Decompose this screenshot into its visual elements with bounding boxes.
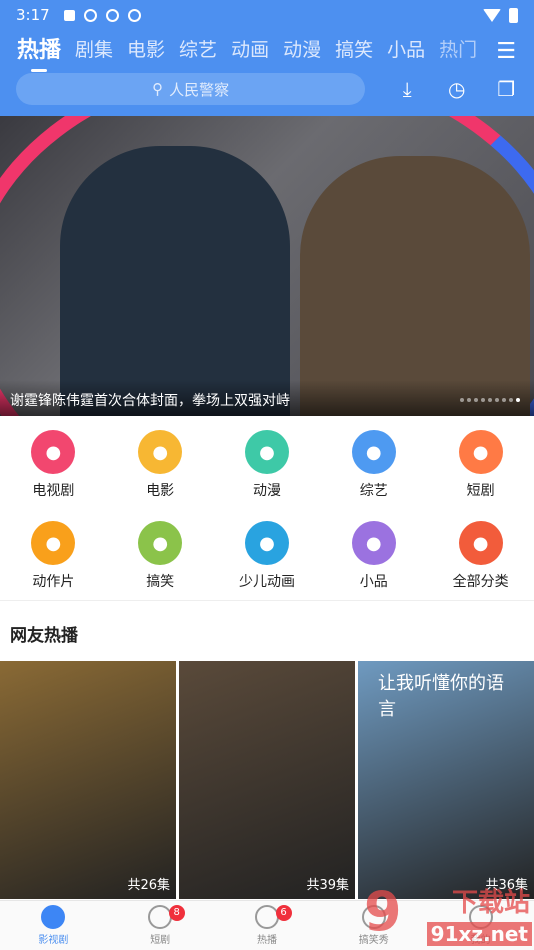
category-item[interactable]: ● 电影 — [107, 430, 214, 509]
episode-count: 共39集 — [306, 878, 349, 893]
grid-icon: ● — [458, 521, 503, 565]
wifi-icon — [483, 8, 501, 22]
category-label: 小品 — [359, 574, 388, 590]
tab-movie[interactable]: 电影 — [127, 35, 165, 62]
category-item[interactable]: ● 综艺 — [320, 430, 427, 509]
battery-icon — [509, 7, 518, 23]
category-label: 动作片 — [32, 574, 75, 590]
download-icon[interactable]: ⤓ — [395, 77, 419, 101]
carousel-dot — [474, 398, 478, 402]
carousel-dot — [509, 398, 513, 402]
category-item[interactable]: ● 全部分类 — [427, 521, 534, 600]
poster-card[interactable]: 共26集 — [0, 661, 176, 899]
lollipop-icon: ● — [244, 521, 289, 565]
notification-play-icon — [83, 8, 97, 22]
stage-icon: ● — [351, 430, 396, 474]
nav-label: 影视剧 — [38, 935, 69, 946]
tab-series[interactable]: 剧集 — [75, 35, 113, 62]
carousel-dot — [488, 398, 492, 402]
carousel-dot — [516, 398, 520, 402]
section-title: 网友热播 — [10, 626, 78, 646]
bottom-nav-item[interactable]: 8 短剧 — [107, 901, 214, 950]
notification-a-icon — [63, 9, 75, 21]
category-item[interactable]: ● 小品 — [320, 521, 427, 600]
film-reel-icon: ● — [138, 430, 183, 474]
poster-card[interactable]: 共39集 — [179, 661, 355, 899]
gun-icon: ● — [31, 521, 76, 565]
tv-icon: ● — [31, 430, 76, 474]
category-label: 综艺 — [359, 483, 388, 499]
category-grid: ● 电视剧 ● 电影 ● 动漫 ● 综艺 ● 短剧 ● 动作片 ● 搞笑 ● 少儿动画 ● 小品 ● 全部分类 — [0, 416, 534, 601]
category-label: 全部分类 — [452, 574, 509, 590]
header: 3:17 热播 剧集 电影 综艺 动画 动漫 搞笑 小品 热门 ☰ ⚲ 人民警察… — [0, 0, 534, 116]
tab-anime[interactable]: 动漫 — [283, 35, 321, 62]
badge: 8 — [168, 905, 185, 921]
status-bar: 3:17 — [0, 0, 534, 30]
carousel-dot — [495, 398, 499, 402]
bear-icon: ● — [244, 430, 289, 474]
poster-row: 共26集 共39集 让我听懂你的语言 共36集 — [0, 661, 534, 899]
category-tabs: 热播 剧集 电影 综艺 动画 动漫 搞笑 小品 热门 — [0, 30, 534, 72]
category-item[interactable]: ● 动漫 — [214, 430, 321, 509]
banner-caption: 谢霆锋陈伟霆首次合体封面，拳场上双强对峙 — [10, 393, 290, 409]
category-label: 动漫 — [252, 483, 281, 499]
bottom-nav-item[interactable]: 6 热播 — [214, 901, 321, 950]
search-input[interactable]: ⚲ 人民警察 — [16, 73, 366, 105]
history-clock-icon[interactable]: ◷ — [445, 77, 469, 101]
nav-label: 热播 — [256, 935, 277, 946]
category-label: 短剧 — [466, 483, 495, 499]
category-item[interactable]: ● 搞笑 — [107, 521, 214, 600]
bottom-nav-item[interactable]: 影视剧 — [0, 901, 107, 950]
nav-icon — [41, 905, 66, 929]
notification-play-icon — [105, 8, 119, 22]
nav-label: 短剧 — [150, 935, 171, 946]
menu-icon[interactable]: ☰ — [496, 39, 516, 64]
carousel-dot — [502, 398, 506, 402]
banner-person — [60, 146, 290, 416]
play-clip-icon: ● — [458, 430, 503, 474]
category-item[interactable]: ● 动作片 — [0, 521, 107, 600]
category-label: 少儿动画 — [238, 574, 295, 590]
category-item[interactable]: ● 电视剧 — [0, 430, 107, 509]
carousel-dot — [481, 398, 485, 402]
carousel-indicator — [460, 398, 520, 402]
poster-card[interactable]: 让我听懂你的语言 共36集 — [358, 661, 534, 899]
nav-icon — [148, 905, 173, 929]
carousel-dot — [467, 398, 471, 402]
category-item[interactable]: ● 短剧 — [427, 430, 534, 509]
category-label: 电影 — [146, 483, 175, 499]
category-label: 电视剧 — [32, 483, 75, 499]
banner-carousel[interactable]: 谢霆锋陈伟霆首次合体封面，拳场上双强对峙 — [0, 116, 534, 416]
banner-person — [300, 156, 530, 416]
category-label: 搞笑 — [146, 574, 175, 590]
fan-icon: ● — [351, 521, 396, 565]
search-placeholder: 人民警察 — [169, 80, 230, 99]
tab-variety[interactable]: 综艺 — [179, 35, 217, 62]
tab-animation[interactable]: 动画 — [231, 35, 269, 62]
category-item[interactable]: ● 少儿动画 — [214, 521, 321, 600]
nav-icon — [254, 905, 279, 929]
tab-hot[interactable]: 热播 — [17, 32, 61, 72]
watermark-logo: 9 下载站 91xz.net — [364, 880, 532, 946]
laugh-icon: ● — [138, 521, 183, 565]
screen-cast-icon[interactable]: ❐ — [494, 77, 518, 101]
tab-sketch[interactable]: 小品 — [387, 35, 425, 62]
badge: 6 — [275, 905, 292, 921]
notification-play-icon — [127, 8, 141, 22]
tab-comedy[interactable]: 搞笑 — [335, 35, 373, 62]
tab-trending[interactable]: 热门 — [439, 35, 477, 62]
clock: 3:17 — [16, 6, 50, 24]
poster-title: 让我听懂你的语言 — [378, 673, 504, 720]
episode-count: 共26集 — [127, 878, 170, 893]
carousel-dot — [460, 398, 464, 402]
search-icon: ⚲ — [152, 80, 164, 98]
